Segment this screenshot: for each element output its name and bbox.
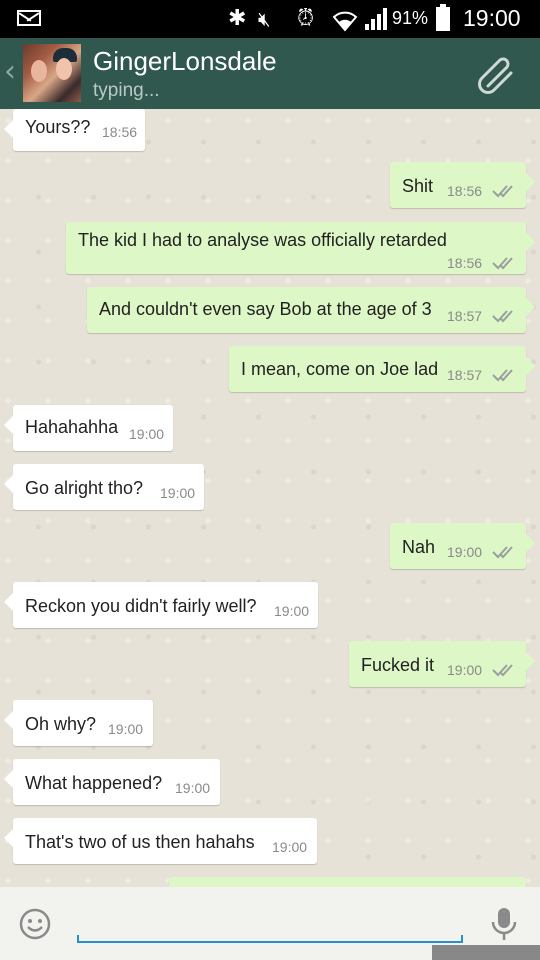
mail-icon [17, 10, 41, 26]
message-time: 19:00 [272, 839, 308, 855]
message-time: 18:57 [447, 308, 483, 324]
contact-name[interactable]: GingerLonsdale [93, 46, 277, 77]
message-bubble-outgoing[interactable]: And couldn't even say Bob at the age of … [87, 287, 535, 333]
composer-bar [0, 887, 540, 960]
navigation-overlay [432, 945, 540, 960]
read-ticks-icon [492, 663, 518, 677]
message-time: 19:00 [129, 426, 165, 442]
message-bubble-incoming[interactable]: Reckon you didn't fairly well? 19:00 [4, 582, 318, 628]
message-text: That's two of us then hahahs [25, 832, 255, 852]
message-bubble-outgoing-partial[interactable] [169, 877, 526, 887]
message-time: 19:00 [447, 662, 483, 678]
message-bubble-outgoing[interactable]: I mean, come on Joe lad 18:57 [229, 346, 535, 392]
back-chevron-icon[interactable]: ‹ [4, 54, 16, 89]
battery-percentage: 91% [392, 8, 429, 28]
message-bubble-incoming[interactable]: What happened? 19:00 [4, 759, 220, 805]
message-text: I mean, come on Joe lad [241, 359, 439, 379]
message-text: Shit [402, 176, 434, 196]
alarm-icon: ⏰︎ [297, 6, 315, 31]
mute-icon: 🔇︎ [258, 7, 271, 31]
contact-status: typing... [93, 80, 160, 101]
message-time: 18:56 [447, 255, 483, 271]
message-input[interactable] [80, 905, 464, 941]
message-time: 18:56 [447, 183, 483, 199]
message-time: 18:56 [102, 124, 138, 140]
status-bar: ✱ 🔇︎ ⏰︎ 91% 19:00 [0, 0, 540, 38]
message-bubble-incoming[interactable]: Yours?? 18:56 [4, 109, 145, 151]
bluetooth-icon: ✱ [228, 6, 247, 31]
message-bubble-outgoing[interactable]: Nah 19:00 [390, 523, 535, 569]
message-text: Go alright tho? [25, 478, 144, 498]
emoji-icon[interactable] [19, 908, 51, 940]
message-bubble-incoming[interactable]: Go alright tho? 19:00 [4, 464, 204, 510]
message-time: 19:00 [274, 603, 310, 619]
read-ticks-icon [492, 545, 518, 559]
read-ticks-icon [492, 184, 518, 198]
wifi-icon [332, 11, 358, 32]
message-text: Hahahahha [25, 417, 119, 437]
avatar[interactable] [23, 44, 81, 102]
read-ticks-icon [492, 368, 518, 382]
input-underline [77, 935, 463, 943]
battery-icon [436, 4, 450, 31]
message-text: Oh why? [25, 714, 97, 734]
message-text: And couldn't even say Bob at the age of … [99, 299, 432, 319]
microphone-icon[interactable] [490, 906, 518, 942]
message-text: Nah [402, 537, 436, 557]
message-time: 19:00 [175, 780, 211, 796]
message-text: Fucked it [361, 655, 435, 675]
message-bubble-outgoing[interactable]: Fucked it 19:00 [349, 641, 535, 687]
message-time: 18:57 [447, 367, 483, 383]
paperclip-icon[interactable] [474, 52, 520, 98]
message-text: Yours?? [25, 117, 91, 137]
message-bubble-outgoing[interactable]: Shit 18:56 [390, 162, 535, 208]
message-time: 19:00 [160, 485, 196, 501]
read-ticks-icon [492, 256, 518, 270]
read-ticks-icon [492, 309, 518, 323]
message-bubble-outgoing[interactable]: The kid I had to analyse was officially … [66, 222, 535, 274]
chat-header: ‹ GingerLonsdale typing... [0, 38, 540, 109]
message-text: Reckon you didn't fairly well? [25, 596, 257, 616]
status-clock: 19:00 [463, 5, 521, 31]
message-time: 19:00 [447, 544, 483, 560]
message-bubble-incoming[interactable]: Oh why? 19:00 [4, 700, 153, 746]
message-bubble-incoming[interactable]: That's two of us then hahahs 19:00 [4, 818, 317, 864]
message-time: 19:00 [108, 721, 144, 737]
message-text: The kid I had to analyse was officially … [78, 230, 447, 250]
message-text: What happened? [25, 773, 163, 793]
signal-icon [365, 8, 387, 30]
message-list[interactable]: Yours?? 18:56 Shit 18:56 The kid I had t… [0, 109, 540, 887]
message-bubble-incoming[interactable]: Hahahahha 19:00 [4, 405, 173, 451]
